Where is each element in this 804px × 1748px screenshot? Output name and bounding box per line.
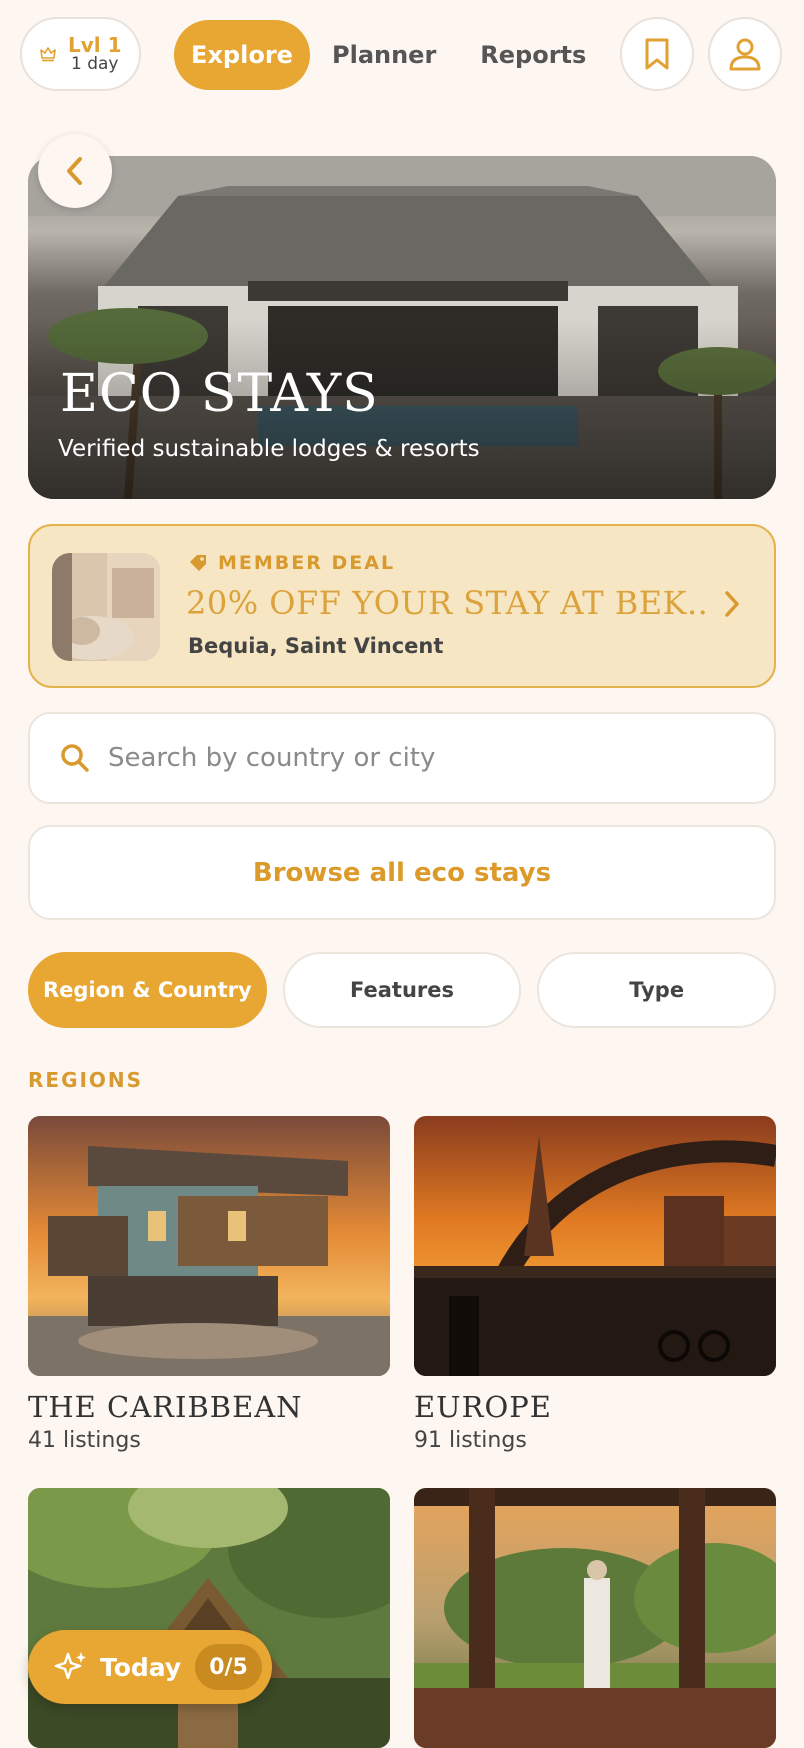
region-card-europe[interactable]: EUROPE 91 listings (414, 1116, 776, 1453)
profile-button[interactable] (708, 17, 782, 91)
region-card-caribbean[interactable]: THE CARIBBEAN 41 listings (28, 1116, 390, 1453)
page-subtitle: Verified sustainable lodges & resorts (58, 436, 480, 462)
deal-title: 20% OFF YOUR STAY AT BEK... (186, 584, 706, 622)
browse-all-button[interactable]: Browse all eco stays (28, 825, 776, 920)
tab-explore[interactable]: Explore (174, 20, 310, 90)
sparkle-icon (54, 1652, 86, 1680)
level-badge[interactable]: Lvl 1 1 day (20, 17, 141, 91)
region-count: 91 listings (414, 1428, 527, 1453)
deal-thumbnail (52, 553, 160, 661)
search-input[interactable] (108, 743, 708, 773)
level-streak: 1 day (71, 53, 119, 74)
caribbean-image (28, 1116, 390, 1376)
region-image (414, 1488, 776, 1748)
hero-banner: ECO STAYS Verified sustainable lodges & … (28, 156, 776, 499)
main-nav: Explore Planner Reports (174, 20, 608, 90)
member-deal-card[interactable]: MEMBER DEAL 20% OFF YOUR STAY AT BEK... … (28, 524, 776, 688)
region-card-3[interactable] (28, 1488, 390, 1748)
deal-image (52, 553, 160, 661)
back-button[interactable] (38, 134, 112, 208)
deal-location: Bequia, Saint Vincent (188, 634, 444, 658)
filter-region-country[interactable]: Region & Country (28, 952, 267, 1028)
europe-image (414, 1116, 776, 1376)
level-title: Lvl 1 (68, 32, 122, 57)
page-title: ECO STAYS (60, 364, 379, 424)
regions-heading: REGIONS (28, 1068, 144, 1092)
region-image (28, 1116, 390, 1376)
bookmarks-button[interactable] (620, 17, 694, 91)
region-image (28, 1488, 390, 1748)
search-icon (61, 744, 89, 772)
region-count: 41 listings (28, 1428, 141, 1453)
tab-planner[interactable]: Planner (310, 20, 458, 90)
crown-icon (40, 47, 56, 62)
chevron-right-icon (725, 591, 739, 617)
chevron-left-icon (67, 157, 82, 185)
region-image (414, 1116, 776, 1376)
today-tasks-button[interactable]: Today 0/5 (28, 1630, 272, 1704)
user-icon (729, 38, 761, 71)
top-bar: Lvl 1 1 day Explore Planner Reports (20, 17, 784, 91)
tab-reports[interactable]: Reports (458, 20, 608, 90)
bookmark-icon (645, 38, 669, 70)
region-name: EUROPE (414, 1390, 552, 1424)
filter-chips: Region & Country Features Type (28, 952, 777, 1028)
search-bar[interactable] (28, 712, 776, 804)
filter-type[interactable]: Type (537, 952, 777, 1028)
jungle-image (28, 1488, 390, 1748)
tropical-image (414, 1488, 776, 1748)
region-name: THE CARIBBEAN (28, 1390, 303, 1424)
region-card-4[interactable] (414, 1488, 776, 1748)
deal-label: MEMBER DEAL (188, 552, 395, 574)
filter-features[interactable]: Features (282, 952, 522, 1028)
tag-icon (190, 555, 206, 571)
today-progress: 0/5 (195, 1644, 262, 1690)
today-label: Today (100, 1652, 182, 1682)
